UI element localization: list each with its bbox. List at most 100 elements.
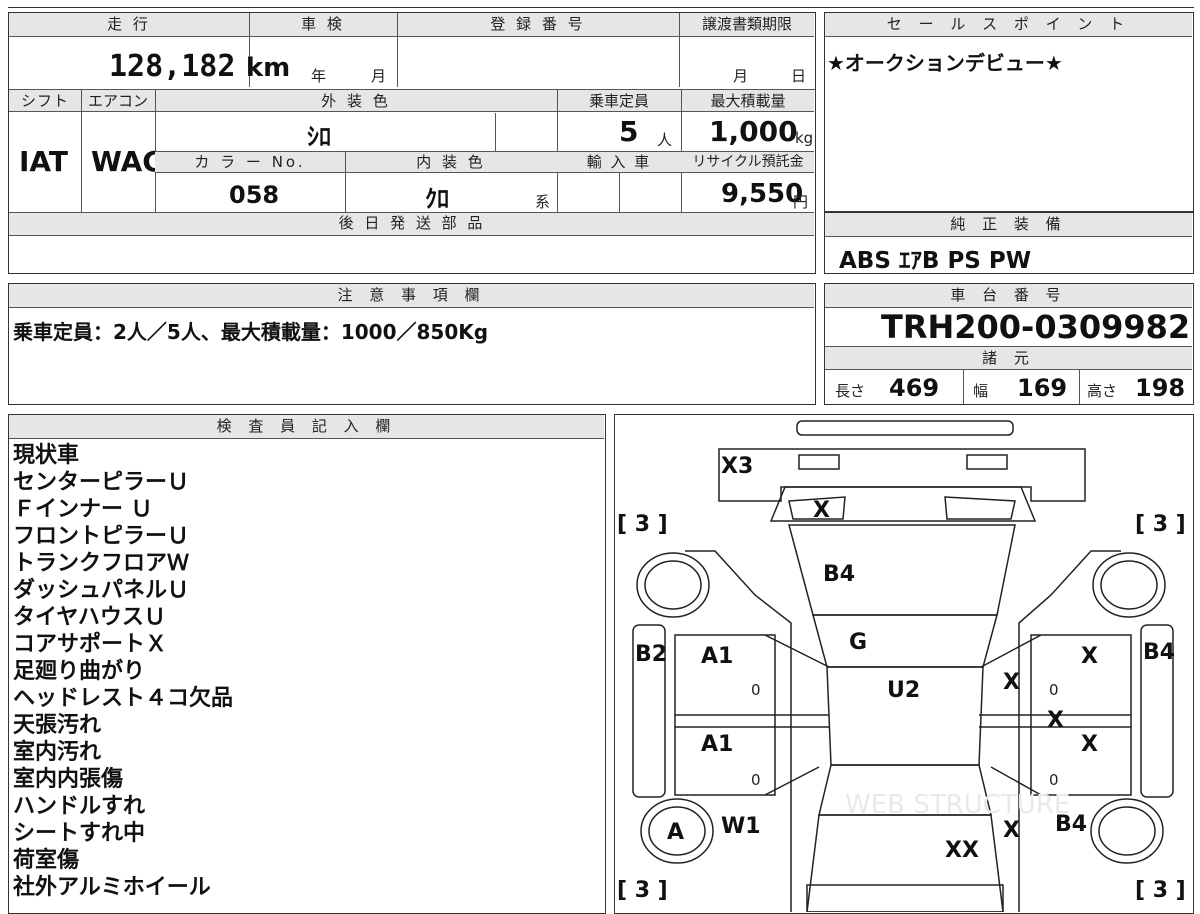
note-line: 室内汚れ: [13, 740, 102, 765]
height-label: 高さ: [1087, 382, 1118, 400]
capacity-value: 5: [619, 115, 639, 148]
shift-label: シフト: [20, 92, 69, 110]
height-value: 198: [1135, 374, 1186, 402]
max-load-unit: kg: [795, 129, 814, 147]
chassis-label: 車 台 番 号: [825, 284, 1192, 308]
mileage-label: 走 行: [107, 15, 151, 33]
note-line: トランクフロアＷ: [13, 551, 190, 576]
note-line: 足廻り曲がり: [13, 659, 146, 684]
shaken-month: 月: [371, 67, 387, 85]
chassis-value: TRH200-0309982: [881, 308, 1191, 346]
max-load-label: 最大積載量: [710, 92, 786, 110]
import-label: 輸 入 車: [586, 153, 652, 171]
recycle-label: リサイクル預託金: [692, 154, 804, 170]
mark-x-fr-outer: X: [1081, 644, 1098, 669]
mark-b4-right: B4: [1143, 640, 1175, 665]
note-line: 室内内張傷: [13, 767, 124, 792]
color-no-label: カ ラ ー No.: [194, 153, 306, 171]
caution-label: 注 意 事 項 欄: [9, 284, 814, 308]
mark-zero-rr: 0: [1049, 771, 1059, 789]
mark-w1: W1: [721, 814, 761, 839]
shaken-label: 車 検: [301, 15, 345, 33]
transfer-day: 日: [791, 67, 807, 85]
capacity-label: 乗車定員: [588, 92, 649, 110]
mark-xx: XX: [945, 838, 979, 863]
max-load-value: 1,000: [709, 115, 798, 148]
shaken-year: 年: [311, 67, 327, 85]
length-value: 469: [889, 374, 940, 402]
note-line: ハンドルすれ: [13, 794, 146, 819]
tire-rl: [ 3 ]: [617, 878, 668, 903]
later-parts-label: 後 日 発 送 部 品: [338, 214, 486, 232]
note-line: 社外アルミホイール: [13, 875, 211, 900]
aircon-label: エアコン: [87, 92, 148, 110]
interior-label: 内 装 色: [416, 153, 486, 171]
note-line: ヘッドレスト４コ欠品: [13, 686, 234, 711]
note-line: シートすれ中: [13, 821, 146, 846]
car-diagram-box: X3 X B4 G U2 B2 A1 A1 X X X X B4 A W1 XX…: [614, 414, 1194, 914]
note-line: タイヤハウスＵ: [13, 605, 166, 630]
note-line: ダッシュパネルＵ: [13, 578, 190, 603]
mark-u2: U2: [887, 678, 920, 703]
aircon-value: WAC: [91, 145, 163, 178]
color-no-value: 058: [229, 181, 280, 209]
note-line: センターピラーＵ: [13, 470, 190, 495]
top-strip: [8, 0, 1194, 8]
recycle-unit: 円: [793, 193, 809, 211]
mark-x-top: X: [813, 498, 830, 523]
interior-value: ｸﾛ: [425, 185, 449, 213]
inspector-box: 検 査 員 記 入 欄 現状車 センターピラーＵ Ｆインナー Ｕ フロントピラー…: [8, 414, 606, 914]
watermark: WEB STRUCTURE: [845, 790, 1070, 820]
inspector-label: 検 査 員 記 入 欄: [9, 415, 604, 439]
note-line: フロントピラーＵ: [13, 524, 190, 549]
mark-a-wheel: A: [667, 820, 684, 845]
car-diagram: X3 X B4 G U2 B2 A1 A1 X X X X B4 A W1 XX…: [617, 420, 1186, 912]
inspector-notes: 現状車 センターピラーＵ Ｆインナー Ｕ フロントピラーＵ トランクフロアＷ ダ…: [13, 442, 233, 901]
exterior-value: ｼﾛ: [307, 123, 331, 151]
mark-b2: B2: [635, 642, 667, 667]
caution-text: 乗車定員：2人／5人、最大積載量：1000／850Kg: [13, 320, 489, 344]
note-line: 荷室傷: [13, 848, 80, 873]
caution-box: 注 意 事 項 欄 乗車定員：2人／5人、最大積載量：1000／850Kg: [8, 283, 816, 405]
mark-zero-rl: 0: [751, 771, 761, 789]
equipment-text: ABS ｴｱB PS PW: [839, 248, 1032, 274]
width-value: 169: [1017, 374, 1068, 402]
note-line: 天張汚れ: [13, 713, 102, 738]
tire-fl: [ 3 ]: [617, 512, 668, 537]
length-label: 長さ: [835, 382, 866, 400]
mark-x3: X3: [721, 454, 753, 479]
sales-point-label: セ ー ル ス ポ イ ン ト: [825, 13, 1192, 37]
mark-a1-rl: A1: [701, 732, 733, 757]
transfer-label: 譲渡書類期限: [701, 15, 792, 33]
mark-g: G: [849, 630, 867, 655]
capacity-unit: 人: [657, 131, 673, 149]
mark-a1-fl: A1: [701, 644, 733, 669]
note-line: 現状車: [13, 443, 80, 468]
sales-point-text: ★オークションデビュー★: [827, 51, 1063, 75]
interior-unit: 系: [535, 193, 551, 211]
mark-x-mid: X: [1047, 708, 1064, 733]
chassis-box: 車 台 番 号 TRH200-0309982 諸 元 長さ 469 幅 169 …: [824, 283, 1194, 405]
mark-x-rr: X: [1081, 732, 1098, 757]
equipment-label: 純 正 装 備: [825, 213, 1192, 237]
mark-zero-fl: 0: [751, 681, 761, 699]
transfer-month: 月: [733, 67, 749, 85]
tire-fr: [ 3 ]: [1135, 512, 1186, 537]
tire-rr: [ 3 ]: [1135, 878, 1186, 903]
exterior-label: 外 装 色: [321, 92, 391, 110]
mark-b4-hood: B4: [823, 562, 855, 587]
equipment-box: 純 正 装 備 ABS ｴｱB PS PW: [824, 212, 1194, 274]
mileage-unit: km: [245, 53, 291, 83]
shift-value: IAT: [19, 145, 69, 178]
mark-x-rear: X: [1003, 818, 1020, 843]
note-line: コアサポートＸ: [13, 632, 168, 657]
specs-label: 諸 元: [825, 346, 1192, 370]
vehicle-info-box: 走 行 車 検 登 録 番 号 譲渡書類期限 128,182 km 年 月 月 …: [8, 12, 816, 274]
mark-x-fr: X: [1003, 670, 1020, 695]
note-line: Ｆインナー Ｕ: [13, 497, 153, 522]
sales-point-box: セ ー ル ス ポ イ ン ト ★オークションデビュー★: [824, 12, 1194, 212]
mileage-value: 128,182 km: [109, 49, 291, 84]
width-label: 幅: [973, 382, 989, 400]
recycle-value: 9,550: [721, 179, 804, 209]
mark-zero-fr: 0: [1049, 681, 1059, 699]
